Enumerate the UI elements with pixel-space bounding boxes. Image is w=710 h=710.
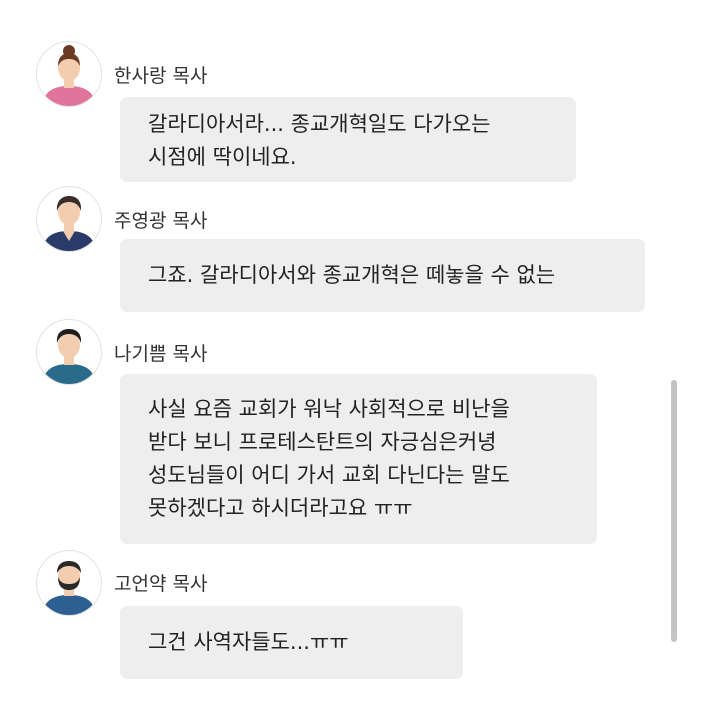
message-line: 받다 보니 프로테스탄트의 자긍심은커녕	[148, 430, 497, 454]
avatar[interactable]	[36, 41, 102, 107]
male-avatar-icon	[43, 196, 95, 251]
scrollbar[interactable]	[671, 380, 679, 642]
bearded-male-avatar-icon	[43, 561, 95, 615]
chat-view: 한사랑 목사 갈라디아서라... 종교개혁일도 다가오는 시점에 딱이네요. 주…	[0, 0, 710, 710]
sender-name: 한사랑 목사	[114, 65, 208, 87]
male-avatar-icon	[43, 329, 95, 384]
sender-name: 나기쁨 목사	[114, 343, 208, 365]
sender-name: 주영광 목사	[114, 210, 208, 232]
message-line: 그죠. 갈라디아서와 종교개혁은 떼놓을 수 없는	[148, 263, 556, 287]
message-bubble[interactable]: 사실 요즘 교회가 워낙 사회적으로 비난을 받다 보니 프로테스탄트의 자긍심…	[120, 374, 597, 544]
message-line: 그건 사역자들도...ㅠㅠ	[148, 630, 349, 654]
message-line: 사실 요즘 교회가 워낙 사회적으로 비난을	[148, 397, 510, 421]
message-bubble[interactable]: 그건 사역자들도...ㅠㅠ	[120, 606, 463, 679]
message-line: 시점에 딱이네요.	[148, 145, 297, 169]
avatar[interactable]	[36, 186, 102, 252]
message-line: 성도님들이 어디 가서 교회 다닌다는 말도	[148, 463, 510, 487]
message-line: 못하겠다고 하시더라고요 ㅠㅠ	[148, 496, 413, 520]
sender-name: 고언약 목사	[114, 573, 208, 595]
message-line: 갈라디아서라... 종교개혁일도 다가오는	[148, 112, 491, 136]
avatar[interactable]	[36, 550, 102, 616]
female-avatar-icon	[43, 45, 95, 106]
message-bubble[interactable]: 그죠. 갈라디아서와 종교개혁은 떼놓을 수 없는	[120, 239, 645, 312]
scrollbar-thumb[interactable]	[671, 380, 677, 642]
message-bubble[interactable]: 갈라디아서라... 종교개혁일도 다가오는 시점에 딱이네요.	[120, 97, 576, 182]
avatar[interactable]	[36, 319, 102, 385]
